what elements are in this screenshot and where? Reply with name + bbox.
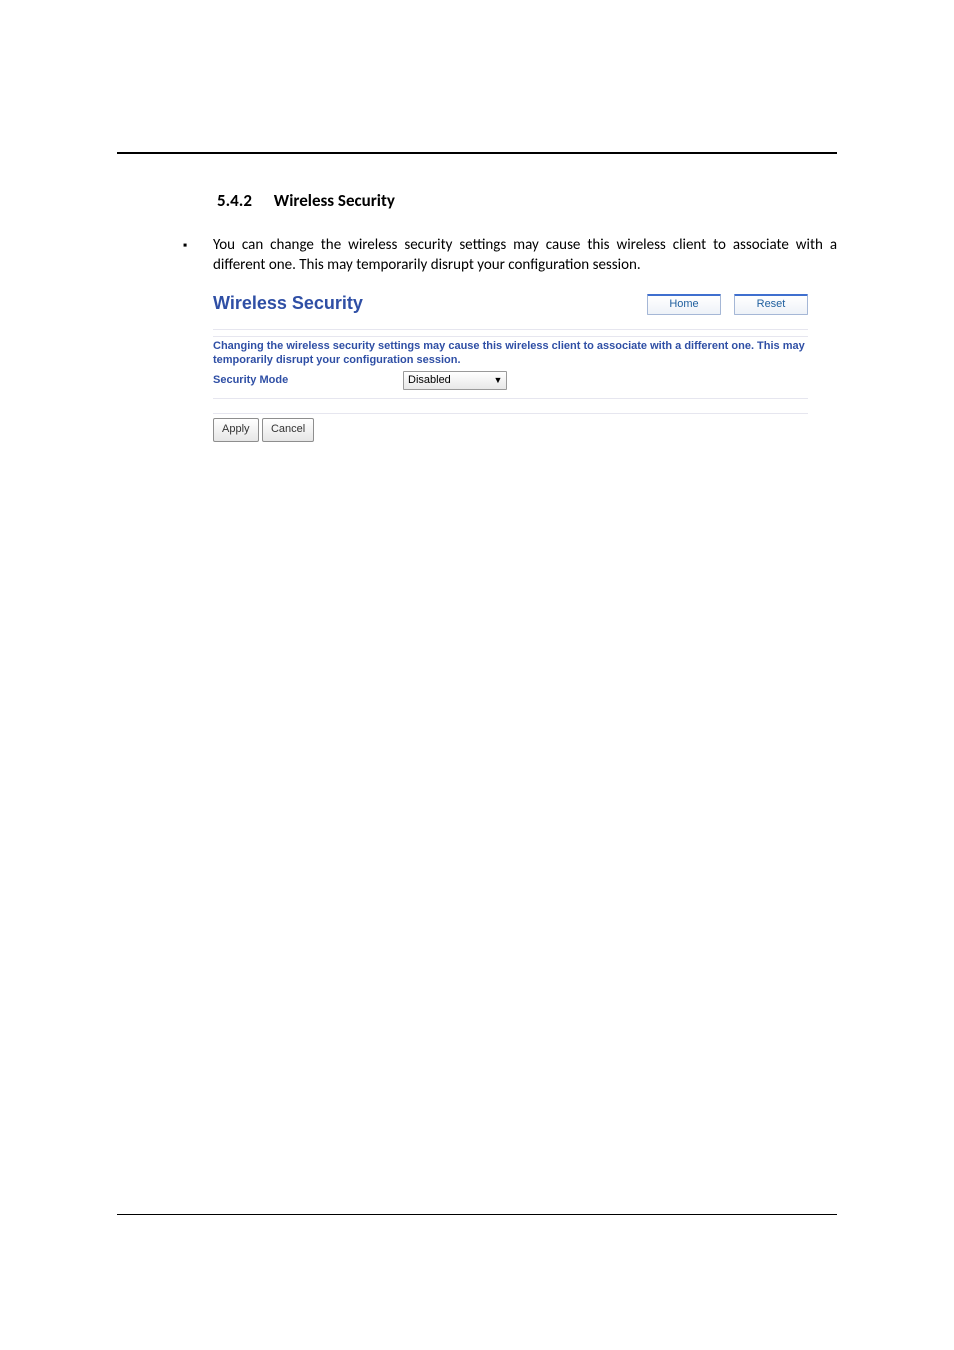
home-button[interactable]: Home [647, 294, 721, 315]
section-number: 5.4.2 [217, 190, 252, 211]
section-heading: 5.4.2 Wireless Security [217, 190, 837, 211]
config-screenshot: Wireless Security Home Reset Changing th… [213, 294, 808, 442]
security-mode-select[interactable]: Disabled ▼ [403, 371, 507, 390]
apply-button[interactable]: Apply [213, 418, 259, 442]
warning-message: Changing the wireless security settings … [213, 339, 808, 369]
screenshot-nav-buttons: Home Reset [647, 294, 808, 315]
page: 5.4.2 Wireless Security ▪ You can change… [0, 0, 954, 1350]
screenshot-title: Wireless Security [213, 294, 363, 314]
content: 5.4.2 Wireless Security ▪ You can change… [117, 190, 837, 442]
reset-button[interactable]: Reset [734, 294, 808, 315]
chevron-down-icon: ▼ [490, 375, 506, 385]
settings-table: Security Mode Disabled ▼ [213, 370, 808, 390]
separator [213, 329, 808, 337]
security-mode-value: Disabled [408, 374, 451, 386]
section-title: Wireless Security [274, 190, 395, 211]
form-buttons: Apply Cancel [213, 414, 808, 442]
security-mode-row: Security Mode Disabled ▼ [213, 370, 808, 390]
bullet-mark: ▪ [183, 235, 213, 276]
cancel-button[interactable]: Cancel [262, 418, 314, 442]
bullet-paragraph: ▪ You can change the wireless security s… [183, 235, 837, 276]
separator [213, 398, 808, 414]
footer-rule [117, 1214, 837, 1215]
bullet-text: You can change the wireless security set… [213, 235, 837, 276]
screenshot-header: Wireless Security Home Reset [213, 294, 808, 315]
security-mode-label: Security Mode [213, 370, 403, 390]
header-rule [117, 152, 837, 154]
